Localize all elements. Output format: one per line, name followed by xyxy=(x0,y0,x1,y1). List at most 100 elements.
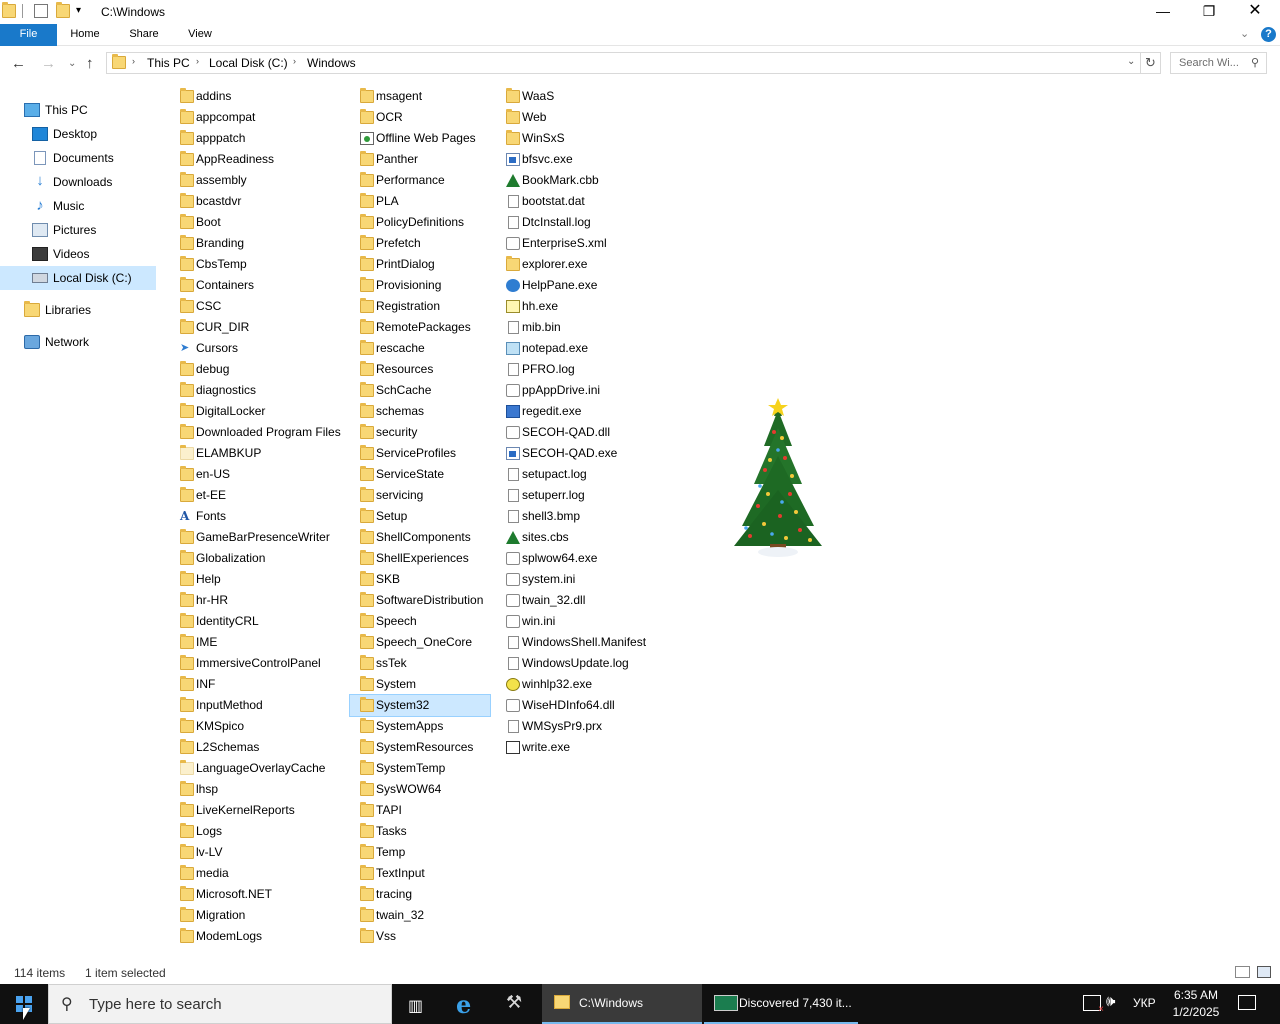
breadcrumb-separator[interactable]: › xyxy=(132,56,135,66)
folder-item[interactable]: security xyxy=(350,422,490,443)
folder-item[interactable]: appcompat xyxy=(170,107,345,128)
file-item[interactable]: DtcInstall.log xyxy=(496,212,656,233)
taskbar-explorer-window[interactable]: C:\Windows xyxy=(542,984,702,1024)
file-item[interactable]: Offline Web Pages xyxy=(350,128,490,149)
folder-item[interactable]: LanguageOverlayCache xyxy=(170,758,345,779)
folder-item[interactable]: Vss xyxy=(350,926,490,947)
up-button[interactable]: ↑ xyxy=(86,55,94,72)
file-item[interactable]: ppAppDrive.ini xyxy=(496,380,656,401)
folder-item[interactable]: addins xyxy=(170,86,345,107)
clock-time[interactable]: 6:35 AM xyxy=(1168,988,1224,1002)
folder-item[interactable]: ServiceProfiles xyxy=(350,443,490,464)
folder-item[interactable]: Setup xyxy=(350,506,490,527)
folder-item[interactable]: ssTek xyxy=(350,653,490,674)
folder-item[interactable]: OCR xyxy=(350,107,490,128)
folder-item[interactable]: IdentityCRL xyxy=(170,611,345,632)
folder-item[interactable]: Performance xyxy=(350,170,490,191)
file-item[interactable]: WMSysPr9.prx xyxy=(496,716,656,737)
folder-item[interactable]: SchCache xyxy=(350,380,490,401)
folder-item[interactable]: servicing xyxy=(350,485,490,506)
folder-item[interactable]: SysWOW64 xyxy=(350,779,490,800)
file-item[interactable]: HelpPane.exe xyxy=(496,275,656,296)
folder-item[interactable]: SystemApps xyxy=(350,716,490,737)
nav-item-videos[interactable]: Videos xyxy=(0,242,156,266)
folder-item[interactable]: diagnostics xyxy=(170,380,345,401)
folder-item[interactable]: Migration xyxy=(170,905,345,926)
folder-item[interactable]: Branding xyxy=(170,233,345,254)
language-indicator[interactable]: УКР xyxy=(1133,996,1156,1010)
nav-item-documents[interactable]: Documents xyxy=(0,146,156,170)
folder-item[interactable]: Containers xyxy=(170,275,345,296)
file-item[interactable]: splwow64.exe xyxy=(496,548,656,569)
folder-item[interactable]: ServiceState xyxy=(350,464,490,485)
file-item[interactable]: BookMark.cbb xyxy=(496,170,656,191)
folder-item[interactable]: Resources xyxy=(350,359,490,380)
folder-item[interactable]: SKB xyxy=(350,569,490,590)
tab-file[interactable]: File xyxy=(0,24,57,46)
folder-item[interactable]: Logs xyxy=(170,821,345,842)
folder-item[interactable]: KMSpico xyxy=(170,716,345,737)
expand-ribbon-icon[interactable]: ⌄ xyxy=(1240,27,1249,40)
folder-item[interactable]: IME xyxy=(170,632,345,653)
file-item[interactable]: WindowsShell.Manifest xyxy=(496,632,656,653)
folder-item[interactable]: Registration xyxy=(350,296,490,317)
file-item[interactable]: system.ini xyxy=(496,569,656,590)
file-item[interactable]: bfsvc.exe xyxy=(496,149,656,170)
minimize-button[interactable]: — xyxy=(1140,0,1186,24)
tools-app-button[interactable]: ⚒ xyxy=(496,984,536,1024)
folder-item[interactable]: ShellComponents xyxy=(350,527,490,548)
folder-item[interactable]: Speech_OneCore xyxy=(350,632,490,653)
file-item[interactable]: shell3.bmp xyxy=(496,506,656,527)
folder-item[interactable]: System xyxy=(350,674,490,695)
folder-item[interactable]: TAPI xyxy=(350,800,490,821)
back-button[interactable]: ← xyxy=(11,55,26,72)
volume-icon[interactable]: 🕪 xyxy=(1106,993,1115,1010)
tab-view[interactable]: View xyxy=(180,24,220,46)
folder-item[interactable]: ShellExperiences xyxy=(350,548,490,569)
search-input[interactable]: Search Wi... ⚲ xyxy=(1170,52,1267,74)
folder-item[interactable]: ImmersiveControlPanel xyxy=(170,653,345,674)
file-item[interactable]: SECOH-QAD.exe xyxy=(496,443,656,464)
file-item[interactable]: A Fonts xyxy=(170,506,345,527)
folder-item[interactable]: WinSxS xyxy=(496,128,656,149)
folder-item[interactable]: msagent xyxy=(350,86,490,107)
folder-item[interactable]: AppReadiness xyxy=(170,149,345,170)
folder-item[interactable]: apppatch xyxy=(170,128,345,149)
folder-item[interactable]: rescache xyxy=(350,338,490,359)
file-item[interactable]: hh.exe xyxy=(496,296,656,317)
file-item[interactable]: notepad.exe xyxy=(496,338,656,359)
folder-item[interactable]: Provisioning xyxy=(350,275,490,296)
breadcrumb-separator[interactable]: › xyxy=(196,56,199,66)
refresh-button[interactable]: ↻ xyxy=(1141,52,1161,74)
folder-item[interactable]: Globalization xyxy=(170,548,345,569)
folder-item[interactable]: SoftwareDistribution xyxy=(350,590,490,611)
breadcrumb-this-pc[interactable]: This PC xyxy=(147,56,190,70)
new-folder-icon[interactable] xyxy=(56,2,70,18)
address-bar[interactable]: › This PC › Local Disk (C:) › Windows ⌄ xyxy=(106,52,1141,74)
folder-item[interactable]: PolicyDefinitions xyxy=(350,212,490,233)
file-item[interactable]: regedit.exe xyxy=(496,401,656,422)
folder-item[interactable]: media xyxy=(170,863,345,884)
folder-item[interactable]: schemas xyxy=(350,401,490,422)
network-disconnected-icon[interactable] xyxy=(1083,995,1104,1015)
file-item[interactable]: sites.cbs xyxy=(496,527,656,548)
taskbar-search-box[interactable]: ⚲ Type here to search xyxy=(48,984,392,1024)
folder-item[interactable]: CbsTemp xyxy=(170,254,345,275)
breadcrumb-separator[interactable]: › xyxy=(293,56,296,66)
folder-item[interactable]: INF xyxy=(170,674,345,695)
folder-item[interactable]: Temp xyxy=(350,842,490,863)
folder-item[interactable]: GameBarPresenceWriter xyxy=(170,527,345,548)
folder-item[interactable]: WaaS xyxy=(496,86,656,107)
file-item[interactable]: PFRO.log xyxy=(496,359,656,380)
folder-item[interactable]: Boot xyxy=(170,212,345,233)
file-item[interactable]: win.ini xyxy=(496,611,656,632)
properties-icon[interactable] xyxy=(34,4,48,18)
folder-item[interactable]: CSC xyxy=(170,296,345,317)
folder-item[interactable]: CUR_DIR xyxy=(170,317,345,338)
breadcrumb-local-disk[interactable]: Local Disk (C:) xyxy=(209,56,288,70)
file-item[interactable]: setupact.log xyxy=(496,464,656,485)
folder-item[interactable]: et-EE xyxy=(170,485,345,506)
nav-item-pictures[interactable]: Pictures xyxy=(0,218,156,242)
folder-item[interactable]: L2Schemas xyxy=(170,737,345,758)
folder-item[interactable]: RemotePackages xyxy=(350,317,490,338)
